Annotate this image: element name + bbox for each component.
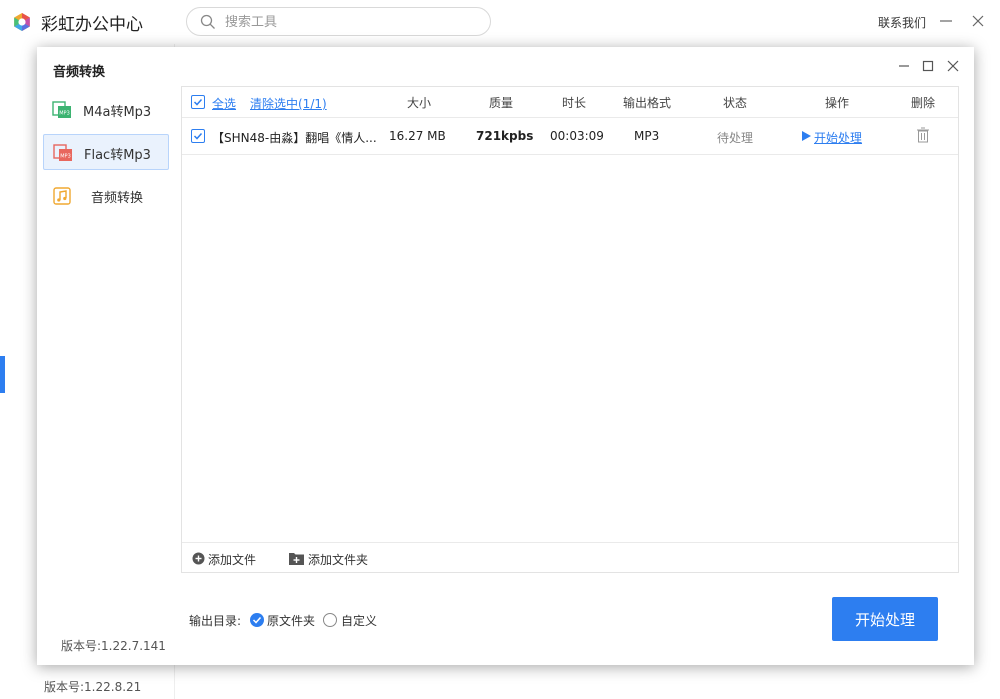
sidebar-active-indicator	[0, 356, 5, 393]
music-note-icon	[53, 187, 71, 205]
dialog-maximize-icon[interactable]	[921, 59, 935, 73]
rainbow-logo-icon	[14, 13, 30, 31]
select-all-link[interactable]: 全选	[212, 95, 236, 112]
svg-text:MP3: MP3	[59, 111, 70, 117]
search-icon	[200, 14, 215, 29]
header-duration: 时长	[562, 96, 587, 110]
play-icon[interactable]	[802, 131, 811, 141]
audio-convert-dialog: 音频转换 MP3 M4a转Mp3 MP3 Flac转Mp3 音频转换 版本号:1…	[37, 47, 974, 665]
header-delete: 删除	[911, 96, 936, 110]
select-all-checkbox[interactable]	[191, 95, 205, 109]
check-icon	[252, 616, 262, 624]
row-checkbox[interactable]	[191, 129, 205, 143]
search-input[interactable]	[225, 12, 475, 32]
header-action: 操作	[825, 96, 850, 110]
file-quality: 721kpbs	[476, 129, 534, 143]
trash-icon[interactable]	[916, 127, 930, 143]
app-version: 版本号:1.22.8.21	[44, 680, 142, 694]
check-icon	[193, 98, 203, 106]
file-format: MP3	[634, 129, 660, 143]
header-status: 状态	[723, 96, 748, 110]
radio-original-folder[interactable]	[250, 613, 264, 627]
sidebar-item-audio-convert[interactable]: 音频转换	[43, 178, 169, 214]
panel-footer: 添加文件 添加文件夹	[182, 542, 958, 573]
header-format: 输出格式	[623, 96, 672, 110]
contact-us-link[interactable]: 联系我们	[878, 14, 926, 31]
dialog-sidebar: MP3 M4a转Mp3 MP3 Flac转Mp3 音频转换 版本号:1.22.7…	[37, 87, 177, 665]
file-list-panel: 全选 清除选中(1/1) 大小 质量 时长 输出格式 状态 操作 删除 【SHN…	[181, 86, 959, 573]
sidebar-item-label: 音频转换	[91, 191, 144, 206]
radio-label-original[interactable]: 原文件夹	[267, 612, 315, 629]
radio-label-custom[interactable]: 自定义	[341, 612, 377, 629]
add-file-button[interactable]: 添加文件	[208, 551, 256, 568]
output-label: 输出目录:	[189, 614, 242, 628]
check-icon	[193, 132, 203, 140]
app-title: 彩虹办公中心	[41, 15, 143, 35]
sidebar-item-label: M4a转Mp3	[83, 105, 152, 120]
file-status: 待处理	[717, 131, 754, 145]
table-row[interactable]: 【SHN48-由淼】翻唱《情人... 16.27 MB 721kpbs 00:0…	[182, 118, 958, 155]
file-name: 【SHN48-由淼】翻唱《情人...	[212, 131, 377, 145]
start-process-link[interactable]: 开始处理	[814, 129, 862, 146]
svg-text:MP3: MP3	[60, 154, 71, 160]
dialog-title: 音频转换	[53, 65, 106, 80]
flac-mp3-icon: MP3	[53, 144, 72, 161]
search-box[interactable]	[186, 7, 491, 36]
dialog-close-icon[interactable]	[946, 59, 960, 73]
add-folder-icon[interactable]	[289, 552, 304, 565]
file-size: 16.27 MB	[389, 129, 446, 143]
m4a-mp3-icon: MP3	[52, 101, 71, 118]
add-folder-button[interactable]: 添加文件夹	[308, 551, 368, 568]
header-size: 大小	[407, 96, 432, 110]
app-topbar: 彩虹办公中心 联系我们	[0, 0, 1000, 44]
clear-selected-link[interactable]: 清除选中(1/1)	[250, 95, 327, 112]
close-icon[interactable]	[970, 13, 986, 29]
add-circle-icon[interactable]	[192, 552, 205, 565]
dialog-minimize-icon[interactable]	[897, 59, 911, 73]
header-quality: 质量	[489, 96, 514, 110]
minimize-icon[interactable]	[938, 13, 954, 29]
radio-custom[interactable]	[323, 613, 337, 627]
file-duration: 00:03:09	[550, 129, 604, 143]
sidebar-item-m4a-to-mp3[interactable]: MP3 M4a转Mp3	[43, 92, 169, 128]
sidebar-item-label: Flac转Mp3	[84, 148, 151, 163]
start-process-button[interactable]: 开始处理	[832, 597, 938, 641]
sidebar-item-flac-to-mp3[interactable]: MP3 Flac转Mp3	[43, 134, 169, 170]
table-header: 全选 清除选中(1/1) 大小 质量 时长 输出格式 状态 操作 删除	[182, 87, 958, 118]
dialog-version: 版本号:1.22.7.141	[61, 639, 166, 653]
